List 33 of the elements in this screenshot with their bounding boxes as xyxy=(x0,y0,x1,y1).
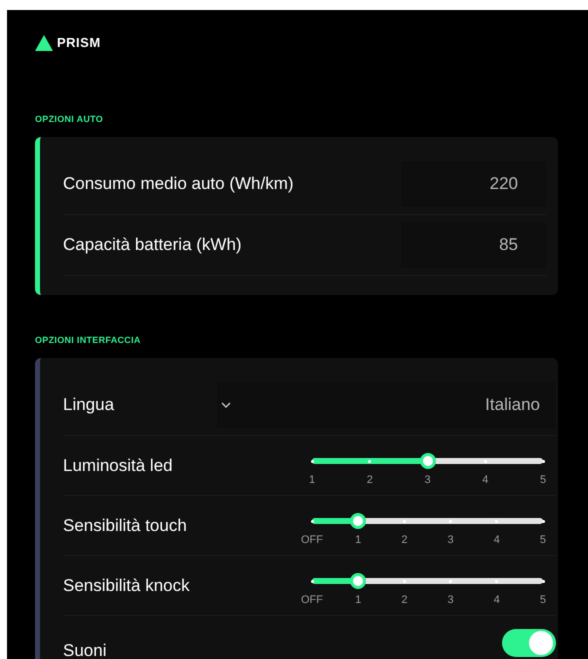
tick-label: 5 xyxy=(538,593,547,608)
tick-label: 4 xyxy=(481,473,490,488)
tick-label: 1 xyxy=(354,593,362,608)
setting-label: Luminosità led xyxy=(63,455,173,477)
tick-label: OFF xyxy=(300,533,324,548)
setting-label: Sensibilità touch xyxy=(63,515,187,537)
setting-label: Lingua xyxy=(63,395,114,414)
slider-thumb[interactable] xyxy=(350,573,366,589)
brand-name: PRISM xyxy=(57,34,101,52)
setting-label: Sensibilità knock xyxy=(63,575,190,597)
tick-label: OFF xyxy=(300,593,324,608)
setting-label: Suoni xyxy=(63,641,106,659)
tick-label: 1 xyxy=(354,533,362,548)
chevron-down-icon xyxy=(221,402,231,408)
tick-label: 4 xyxy=(492,593,501,608)
section-heading: OPZIONI INTERFACCIA xyxy=(35,334,142,346)
triangle-logo-icon xyxy=(35,35,53,51)
tick-label: 4 xyxy=(492,533,501,548)
tick-label: 2 xyxy=(400,533,408,548)
tick-label: 5 xyxy=(538,473,548,488)
setting-label: Consumo medio auto (Wh/km) xyxy=(63,173,294,196)
tick-label: 5 xyxy=(538,533,547,548)
tick-label: 3 xyxy=(446,593,455,608)
setting-label: Capacità batteria (kWh) xyxy=(63,234,242,256)
tick-label: 2 xyxy=(366,473,374,488)
toggle-switch[interactable] xyxy=(502,629,556,657)
slider-thumb[interactable] xyxy=(420,453,436,469)
slider-thumb[interactable] xyxy=(350,513,366,529)
tick-label: 2 xyxy=(400,593,408,608)
section-heading: OPZIONI AUTO xyxy=(35,113,104,125)
tick-label: 3 xyxy=(423,473,432,488)
tick-label: 3 xyxy=(446,533,455,548)
tick-label: 1 xyxy=(308,473,316,488)
